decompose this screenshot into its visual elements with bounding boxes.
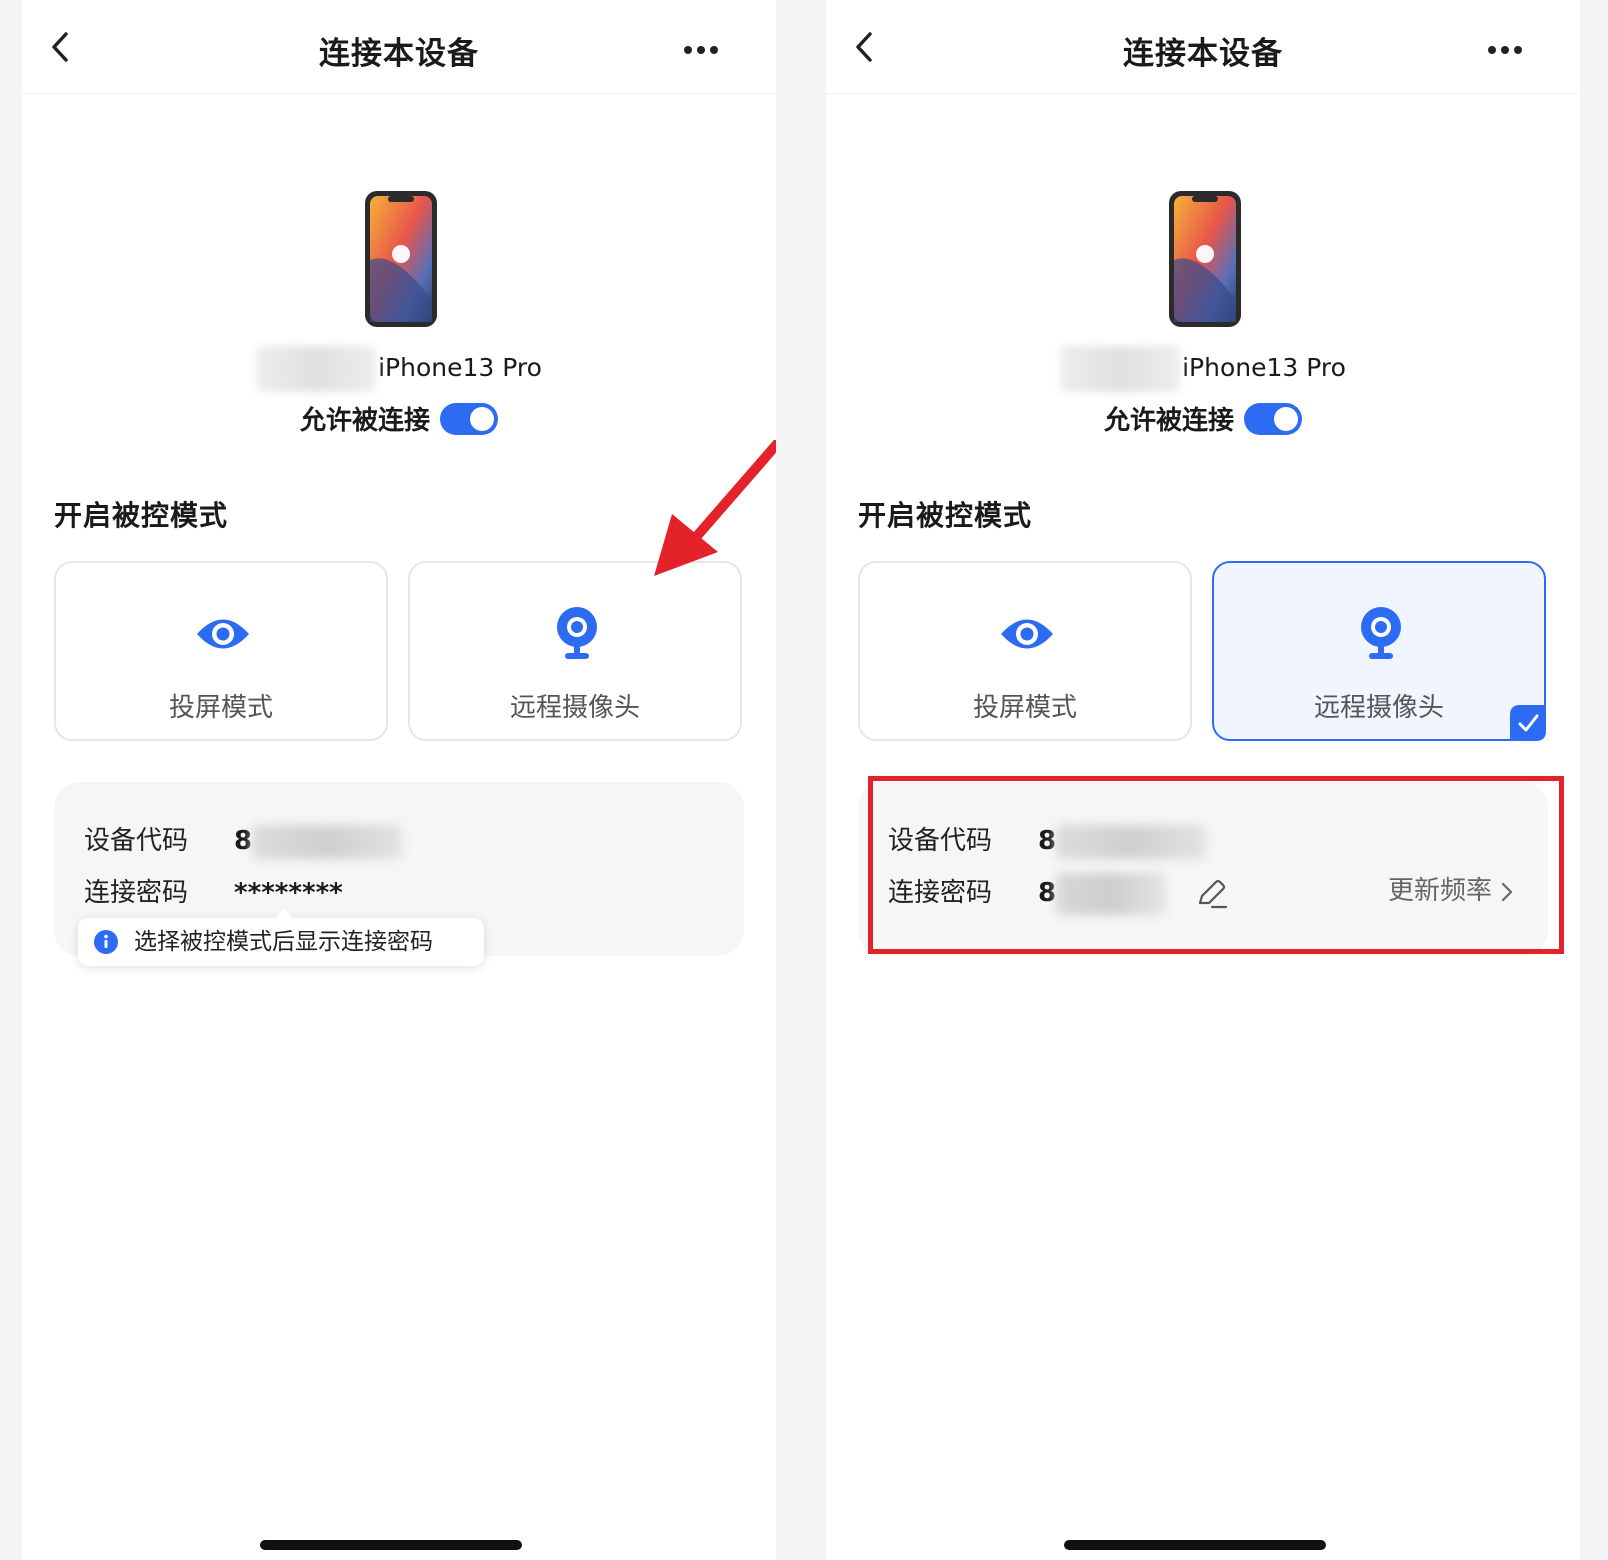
section-title: 开启被控模式 <box>54 499 229 532</box>
iphone-device-icon <box>365 191 437 327</box>
eye-icon <box>1001 619 1053 649</box>
section-title: 开启被控模式 <box>858 499 1033 532</box>
password-label: 连接密码 <box>84 878 189 908</box>
page-title: 连接本设备 <box>1123 36 1283 72</box>
allow-connect-row: 允许被连接 <box>22 400 776 437</box>
device-code-label: 设备代码 <box>84 826 189 856</box>
tooltip-text: 选择被控模式后显示连接密码 <box>134 929 433 955</box>
more-options-icon[interactable] <box>676 30 726 70</box>
blurred-device-code <box>252 824 403 859</box>
allow-connect-row: 允许被连接 <box>826 400 1580 437</box>
phone-screen-before: 连接本设备 iPhone13 Pro 允许被连接 开启被控模式 投屏模式 远程摄… <box>22 0 776 1560</box>
mode-card-screen-mirror[interactable]: 投屏模式 <box>54 561 388 741</box>
mode-card-remote-camera[interactable]: 远程摄像头 <box>408 561 742 741</box>
mode-card-remote-camera[interactable]: 远程摄像头 <box>1212 561 1546 741</box>
allow-connect-toggle[interactable] <box>440 402 498 435</box>
device-name: iPhone13 Pro <box>378 353 542 382</box>
annotation-arrow-icon <box>654 440 776 576</box>
page-title: 连接本设备 <box>319 36 479 72</box>
toggle-knob <box>1274 406 1298 431</box>
home-indicator <box>260 1540 522 1550</box>
password-value: ******** <box>234 878 343 908</box>
device-name-row: iPhone13 Pro <box>826 346 1580 392</box>
nav-bar: 连接本设备 <box>22 0 776 94</box>
device-name: iPhone13 Pro <box>1182 353 1346 382</box>
webcam-icon <box>1361 607 1401 659</box>
home-indicator <box>1064 1540 1326 1550</box>
blurred-owner-name <box>256 346 377 392</box>
allow-connect-label: 允许被连接 <box>299 406 430 436</box>
mode-label: 投屏模式 <box>972 693 1077 723</box>
device-name-row: iPhone13 Pro <box>22 346 776 392</box>
password-row: 连接密码 ******** <box>84 872 343 909</box>
webcam-icon <box>557 607 597 659</box>
eye-icon <box>197 619 249 649</box>
mode-label: 投屏模式 <box>168 693 273 723</box>
checkmark-icon <box>1510 705 1546 741</box>
annotation-highlight-box <box>868 776 1564 954</box>
allow-connect-label: 允许被连接 <box>1103 406 1234 436</box>
toggle-knob <box>470 406 494 431</box>
allow-connect-toggle[interactable] <box>1244 402 1302 435</box>
device-code-value: 8 <box>234 826 253 856</box>
info-icon <box>94 930 118 954</box>
nav-bar: 连接本设备 <box>826 0 1580 94</box>
blurred-owner-name <box>1060 346 1181 392</box>
hint-tooltip: 选择被控模式后显示连接密码 <box>78 909 484 966</box>
iphone-device-icon <box>1169 191 1241 327</box>
mode-label: 远程摄像头 <box>509 693 640 723</box>
device-code-row: 设备代码 8 <box>84 820 403 859</box>
more-options-icon[interactable] <box>1480 30 1530 70</box>
mode-card-screen-mirror[interactable]: 投屏模式 <box>858 561 1192 741</box>
mode-label: 远程摄像头 <box>1313 693 1444 723</box>
